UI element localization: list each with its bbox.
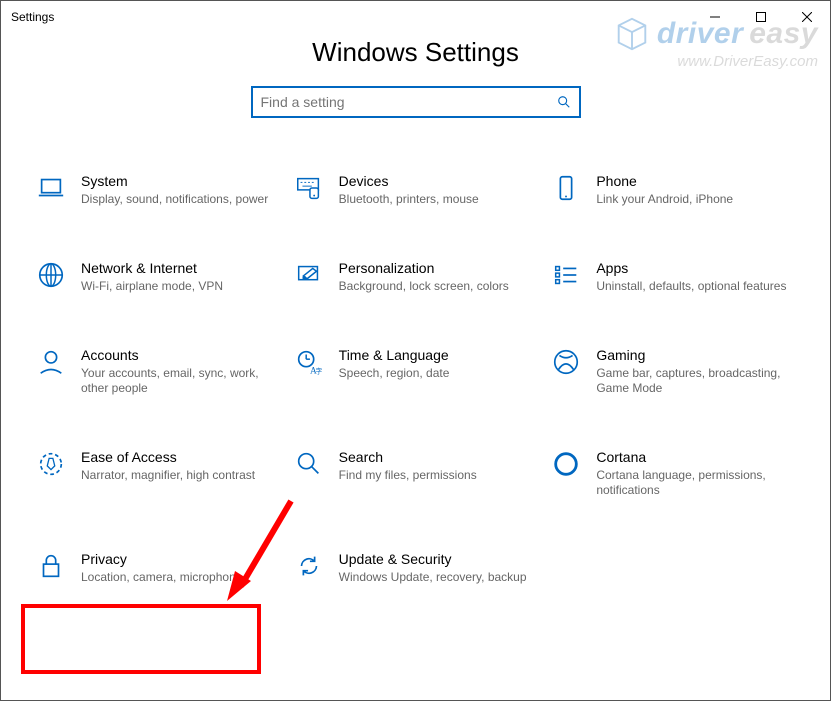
titlebar: Settings [1,1,830,33]
accessibility-icon [35,448,67,480]
tile-desc: Background, lock screen, colors [339,279,509,294]
tile-privacy[interactable]: Privacy Location, camera, microphone [35,546,281,589]
tile-ease-of-access[interactable]: Ease of Access Narrator, magnifier, high… [35,444,281,502]
tile-title: Update & Security [339,550,527,568]
window-title: Settings [11,10,54,24]
keyboard-icon [293,172,325,204]
brush-icon [293,259,325,291]
tile-phone[interactable]: Phone Link your Android, iPhone [550,168,796,211]
close-button[interactable] [784,1,830,33]
tile-gaming[interactable]: Gaming Game bar, captures, broadcasting,… [550,342,796,400]
maximize-button[interactable] [738,1,784,33]
tile-title: Ease of Access [81,448,255,466]
tile-title: Devices [339,172,479,190]
tile-title: Apps [596,259,786,277]
tile-devices[interactable]: Devices Bluetooth, printers, mouse [293,168,539,211]
search-container [1,86,830,118]
annotation-highlight [21,604,261,674]
tile-title: Time & Language [339,346,450,364]
tile-time[interactable]: A字 Time & Language Speech, region, date [293,342,539,400]
tile-title: Network & Internet [81,259,223,277]
tile-desc: Wi-Fi, airplane mode, VPN [81,279,223,294]
phone-icon [550,172,582,204]
tile-desc: Find my files, permissions [339,468,477,483]
tile-title: Search [339,448,477,466]
tile-update[interactable]: Update & Security Windows Update, recove… [293,546,539,589]
laptop-icon [35,172,67,204]
tile-title: Privacy [81,550,242,568]
tile-desc: Speech, region, date [339,366,450,381]
sync-icon [293,550,325,582]
search-box[interactable] [251,86,581,118]
person-icon [35,346,67,378]
cortana-icon [550,448,582,480]
tile-title: Gaming [596,346,788,364]
settings-grid: System Display, sound, notifications, po… [1,168,830,589]
tile-desc: Game bar, captures, broadcasting, Game M… [596,366,788,396]
tile-title: Cortana [596,448,788,466]
minimize-button[interactable] [692,1,738,33]
xbox-icon [550,346,582,378]
search-icon [557,95,571,109]
tile-system[interactable]: System Display, sound, notifications, po… [35,168,281,211]
tile-desc: Cortana language, permissions, notificat… [596,468,788,498]
tile-title: Accounts [81,346,273,364]
window-controls [692,1,830,33]
svg-text:字: 字 [315,366,322,375]
tile-desc: Narrator, magnifier, high contrast [81,468,255,483]
clock-language-icon: A字 [293,346,325,378]
globe-icon [35,259,67,291]
tile-desc: Location, camera, microphone [81,570,242,585]
search-input[interactable] [261,94,557,110]
tile-search[interactable]: Search Find my files, permissions [293,444,539,502]
tile-desc: Uninstall, defaults, optional features [596,279,786,294]
page-title: Windows Settings [1,37,830,68]
magnifier-icon [293,448,325,480]
tile-network[interactable]: Network & Internet Wi-Fi, airplane mode,… [35,255,281,298]
tile-desc: Windows Update, recovery, backup [339,570,527,585]
list-icon [550,259,582,291]
tile-desc: Your accounts, email, sync, work, other … [81,366,273,396]
tile-title: Phone [596,172,733,190]
lock-icon [35,550,67,582]
tile-personalization[interactable]: Personalization Background, lock screen,… [293,255,539,298]
tile-desc: Bluetooth, printers, mouse [339,192,479,207]
tile-accounts[interactable]: Accounts Your accounts, email, sync, wor… [35,342,281,400]
tile-apps[interactable]: Apps Uninstall, defaults, optional featu… [550,255,796,298]
tile-title: System [81,172,268,190]
tile-desc: Display, sound, notifications, power [81,192,268,207]
tile-desc: Link your Android, iPhone [596,192,733,207]
tile-cortana[interactable]: Cortana Cortana language, permissions, n… [550,444,796,502]
tile-title: Personalization [339,259,509,277]
